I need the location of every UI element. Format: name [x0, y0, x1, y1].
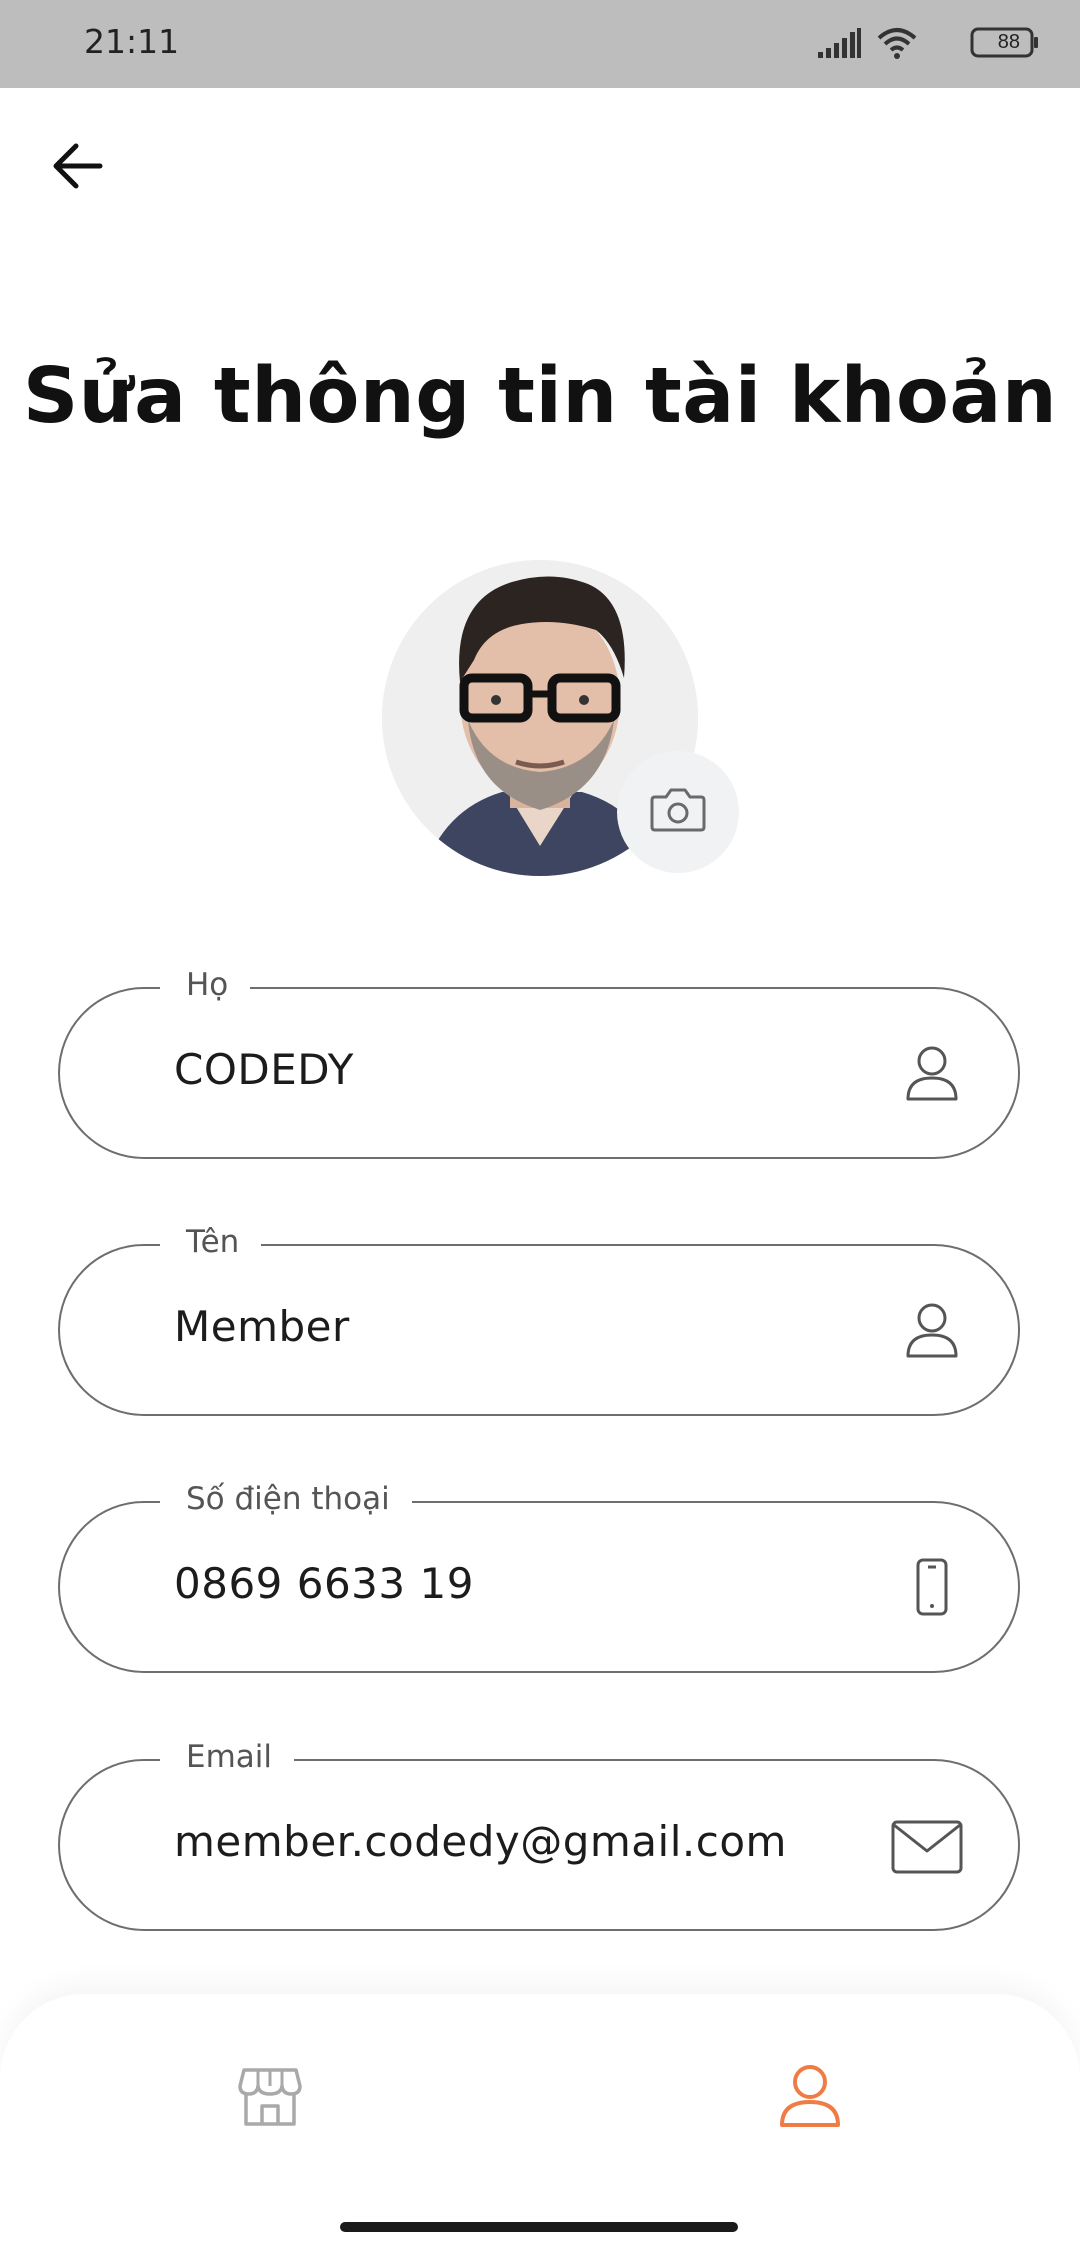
phone-field[interactable]: Số điện thoại 0869 6633 19 [58, 1481, 1020, 1673]
bottom-nav [0, 1994, 1080, 2248]
first-name-field[interactable]: Tên Member [58, 1224, 1020, 1416]
last-name-field[interactable]: Họ CODEDY [58, 967, 1020, 1159]
status-time: 21:11 [84, 22, 180, 61]
change-avatar-button[interactable] [617, 751, 739, 873]
phone-input[interactable]: 0869 6633 19 [174, 1559, 474, 1608]
email-input[interactable]: member.codedy@gmail.com [174, 1817, 787, 1866]
phone-icon [916, 1558, 948, 1616]
mail-icon [891, 1820, 963, 1874]
back-button[interactable] [50, 138, 110, 194]
last-name-label: Họ [160, 967, 251, 1003]
phone-label: Số điện thoại [160, 1481, 412, 1517]
page-title: Sửa thông tin tài khoản [22, 352, 1058, 441]
nav-item-profile[interactable] [778, 2064, 842, 2132]
first-name-input[interactable]: Member [174, 1302, 350, 1351]
user-icon [906, 1303, 958, 1358]
email-field[interactable]: Email member.codedy@gmail.com [58, 1739, 1020, 1931]
status-bar: 21:11 88 [0, 0, 1080, 88]
arrow-left-icon [53, 143, 103, 189]
email-label: Email [160, 1739, 295, 1775]
user-icon [780, 2065, 840, 2127]
signal-icon [818, 28, 861, 58]
last-name-input[interactable]: CODEDY [174, 1045, 354, 1094]
first-name-label: Tên [160, 1224, 262, 1260]
camera-icon [650, 788, 706, 832]
battery-level: 88 [997, 31, 1020, 53]
user-icon [906, 1046, 958, 1101]
wifi-icon [877, 28, 917, 59]
home-indicator [340, 2222, 738, 2232]
nav-item-store[interactable] [238, 2066, 302, 2132]
store-icon [238, 2068, 302, 2126]
